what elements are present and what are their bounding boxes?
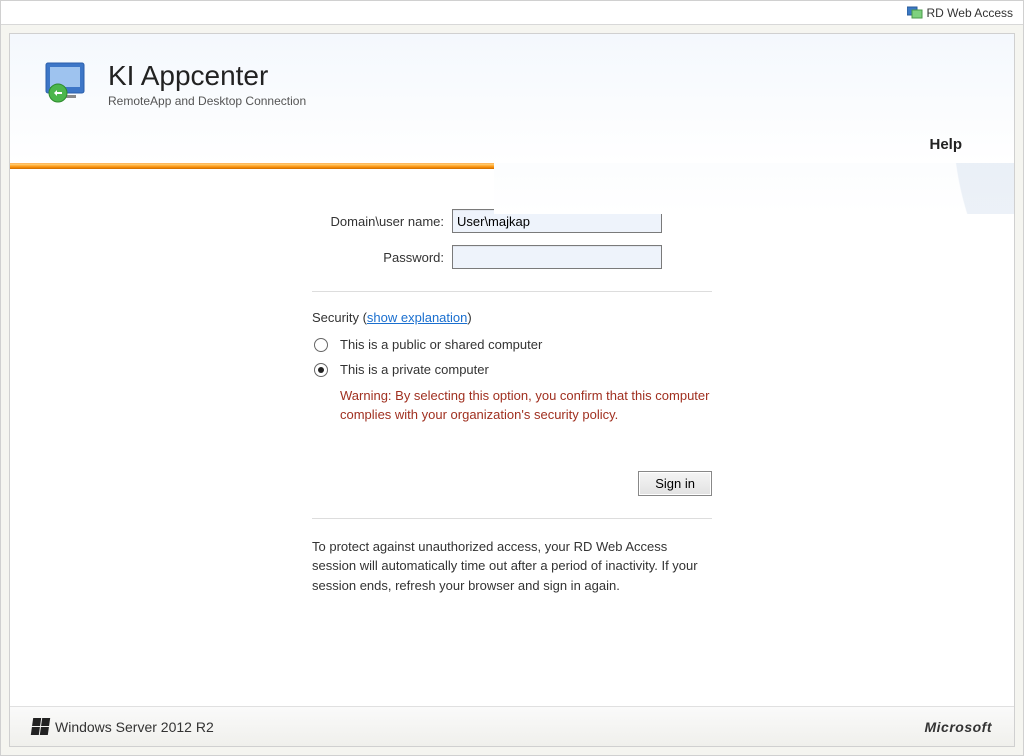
password-label: Password:: [312, 250, 452, 265]
security-option-private[interactable]: This is a private computer: [314, 362, 712, 377]
rdweb-icon: [907, 6, 923, 20]
security-heading-prefix: Security (: [312, 310, 367, 325]
footer: Windows Server 2012 R2 Microsoft: [10, 706, 1014, 746]
password-row: Password:: [312, 245, 712, 269]
accent-bar: [10, 163, 1014, 169]
username-row: Domain\user name:: [312, 209, 712, 233]
remoteapp-icon: [42, 61, 94, 107]
timeout-notice: To protect against unauthorized access, …: [312, 537, 712, 596]
brand-text: KI Appcenter RemoteApp and Desktop Conne…: [108, 60, 306, 108]
sign-in-button[interactable]: Sign in: [638, 471, 712, 496]
security-option-private-label: This is a private computer: [340, 362, 489, 377]
brand: KI Appcenter RemoteApp and Desktop Conne…: [42, 60, 982, 108]
radio-icon: [314, 338, 328, 352]
security-warning: Warning: By selecting this option, you c…: [340, 387, 712, 425]
top-bar-label: RD Web Access: [927, 6, 1013, 20]
login-form: Domain\user name: Password: Security (sh…: [312, 209, 712, 595]
footer-left: Windows Server 2012 R2: [32, 718, 214, 735]
password-input[interactable]: [452, 245, 662, 269]
security-heading-suffix: ): [467, 310, 471, 325]
divider: [312, 291, 712, 292]
show-explanation-link[interactable]: show explanation: [367, 310, 467, 325]
username-label: Domain\user name:: [312, 214, 452, 229]
page-subtitle: RemoteApp and Desktop Connection: [108, 94, 306, 108]
radio-icon: [314, 363, 328, 377]
window: RD Web Access KI Appcenter RemoteApp and: [0, 0, 1024, 756]
footer-product: Windows Server 2012 R2: [55, 719, 214, 735]
header: KI Appcenter RemoteApp and Desktop Conne…: [10, 34, 1014, 163]
top-bar: RD Web Access: [1, 1, 1023, 25]
security-heading: Security (show explanation): [312, 310, 712, 325]
footer-company: Microsoft: [925, 719, 993, 735]
main-panel: KI Appcenter RemoteApp and Desktop Conne…: [9, 33, 1015, 747]
page-title: KI Appcenter: [108, 60, 306, 92]
windows-logo-icon: [31, 718, 50, 735]
username-input[interactable]: [452, 209, 662, 233]
security-option-public[interactable]: This is a public or shared computer: [314, 337, 712, 352]
help-link[interactable]: Help: [929, 136, 962, 153]
divider: [312, 518, 712, 519]
security-option-public-label: This is a public or shared computer: [340, 337, 542, 352]
